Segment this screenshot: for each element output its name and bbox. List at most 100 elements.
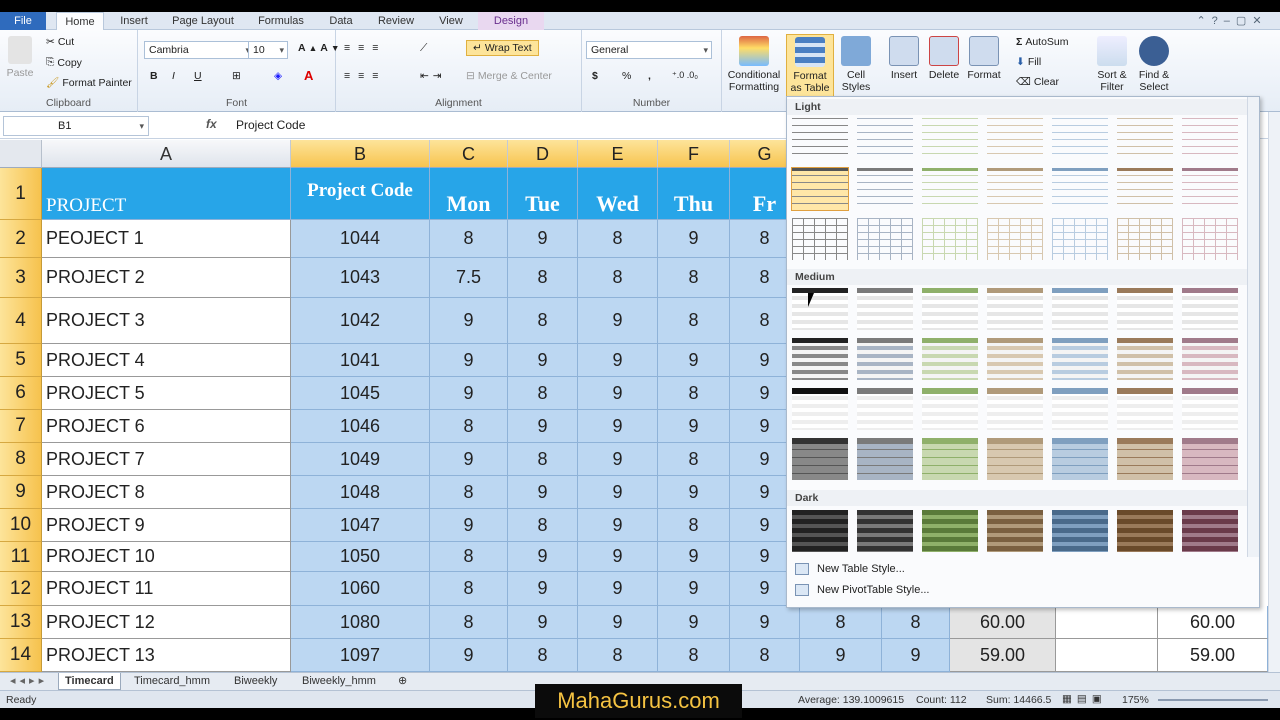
table-cell[interactable]: 9 bbox=[658, 476, 730, 509]
table-cell[interactable]: 8 bbox=[430, 572, 508, 606]
copy-button[interactable]: ⎘ Copy bbox=[46, 56, 82, 69]
table-style-medium-swatch[interactable] bbox=[1181, 387, 1239, 431]
table-cell[interactable]: 8 bbox=[508, 258, 578, 298]
row-header[interactable]: 11 bbox=[0, 542, 42, 572]
table-style-light-swatch[interactable] bbox=[791, 117, 849, 161]
table-style-light-swatch[interactable] bbox=[921, 217, 979, 261]
tab-file[interactable]: File bbox=[0, 12, 46, 30]
table-style-dark-swatch[interactable] bbox=[1181, 509, 1239, 553]
table-cell[interactable]: 9 bbox=[430, 509, 508, 542]
decimal-buttons[interactable]: ⁺.0 .0₀ bbox=[672, 70, 698, 81]
header-cell[interactable]: Wed bbox=[578, 168, 658, 220]
new-sheet-icon[interactable]: ⊕ bbox=[392, 673, 413, 690]
table-style-light-swatch[interactable] bbox=[1051, 167, 1109, 211]
sheet-tab-timecard[interactable]: Timecard bbox=[58, 673, 121, 690]
table-cell[interactable]: 8 bbox=[882, 606, 950, 639]
zoom-level[interactable]: 175% bbox=[1122, 694, 1149, 706]
table-cell[interactable]: 9 bbox=[658, 410, 730, 443]
table-style-medium-swatch[interactable] bbox=[921, 287, 979, 331]
table-cell[interactable] bbox=[1056, 639, 1158, 672]
header-cell[interactable]: Project Code bbox=[291, 168, 430, 220]
view-buttons[interactable]: ▦▤▣ bbox=[1062, 693, 1107, 705]
percent-button[interactable]: % bbox=[622, 70, 631, 82]
table-cell[interactable]: 60.00 bbox=[950, 606, 1056, 639]
table-cell[interactable]: 1046 bbox=[291, 410, 430, 443]
sheet-nav-buttons[interactable]: ◂◂▸▸ bbox=[4, 673, 54, 690]
table-cell[interactable]: 9 bbox=[578, 443, 658, 476]
table-cell[interactable]: 9 bbox=[430, 377, 508, 410]
table-cell[interactable]: 1060 bbox=[291, 572, 430, 606]
table-cell[interactable]: 9 bbox=[578, 572, 658, 606]
table-cell[interactable]: 8 bbox=[508, 377, 578, 410]
table-style-medium-swatch[interactable] bbox=[856, 337, 914, 381]
table-cell[interactable]: 8 bbox=[658, 298, 730, 344]
table-cell[interactable]: 9 bbox=[578, 606, 658, 639]
table-style-medium-swatch[interactable] bbox=[1116, 387, 1174, 431]
table-cell[interactable]: 9 bbox=[578, 542, 658, 572]
table-cell[interactable]: PROJECT 11 bbox=[42, 572, 291, 606]
table-cell[interactable]: 9 bbox=[578, 410, 658, 443]
table-style-dark-swatch[interactable] bbox=[1116, 509, 1174, 553]
merge-center-button[interactable]: ⊟ Merge & Center bbox=[466, 70, 552, 82]
row-header[interactable]: 5 bbox=[0, 344, 42, 377]
table-cell[interactable]: 9 bbox=[578, 344, 658, 377]
table-cell[interactable]: 8 bbox=[430, 220, 508, 258]
table-style-medium-swatch[interactable] bbox=[986, 387, 1044, 431]
row-header[interactable]: 3 bbox=[0, 258, 42, 298]
cut-button[interactable]: ✂ Cut bbox=[46, 36, 74, 48]
table-cell[interactable]: 9 bbox=[578, 476, 658, 509]
column-header-e[interactable]: E bbox=[578, 140, 658, 168]
tab-data[interactable]: Data bbox=[320, 12, 362, 30]
table-cell[interactable]: 9 bbox=[658, 606, 730, 639]
table-style-light-swatch[interactable] bbox=[1116, 217, 1174, 261]
table-cell[interactable]: 9 bbox=[578, 298, 658, 344]
table-cell[interactable]: 8 bbox=[730, 639, 800, 672]
table-cell[interactable]: PROJECT 5 bbox=[42, 377, 291, 410]
table-cell[interactable]: 8 bbox=[578, 220, 658, 258]
table-style-medium-swatch[interactable] bbox=[856, 287, 914, 331]
table-cell[interactable]: 8 bbox=[430, 410, 508, 443]
bold-button[interactable]: B bbox=[150, 70, 158, 82]
tab-page-layout[interactable]: Page Layout bbox=[166, 12, 240, 30]
table-cell[interactable]: 9 bbox=[508, 572, 578, 606]
table-style-dark-swatch[interactable] bbox=[1051, 509, 1109, 553]
table-cell[interactable]: 60.00 bbox=[1158, 606, 1268, 639]
table-style-light-swatch[interactable] bbox=[986, 117, 1044, 161]
name-box[interactable]: B1 bbox=[3, 116, 149, 136]
table-style-medium-swatch[interactable] bbox=[986, 287, 1044, 331]
table-cell[interactable]: 9 bbox=[730, 606, 800, 639]
table-cell[interactable] bbox=[1056, 606, 1158, 639]
table-cell[interactable]: PROJECT 3 bbox=[42, 298, 291, 344]
table-style-light-swatch[interactable] bbox=[986, 217, 1044, 261]
row-header[interactable]: 13 bbox=[0, 606, 42, 639]
table-style-light-swatch[interactable] bbox=[986, 167, 1044, 211]
table-style-light-swatch[interactable] bbox=[856, 217, 914, 261]
currency-button[interactable]: $ bbox=[592, 70, 598, 82]
orientation-button[interactable]: ⟋ bbox=[420, 42, 427, 55]
table-style-dark-swatch[interactable] bbox=[921, 509, 979, 553]
borders-button[interactable]: ⊞ bbox=[232, 70, 241, 82]
conditional-formatting-button[interactable]: Conditional Formatting bbox=[724, 34, 784, 94]
table-cell[interactable]: 1097 bbox=[291, 639, 430, 672]
table-style-medium-swatch[interactable] bbox=[986, 337, 1044, 381]
column-header-d[interactable]: D bbox=[508, 140, 578, 168]
table-style-light-swatch[interactable] bbox=[1116, 117, 1174, 161]
row-header[interactable]: 9 bbox=[0, 476, 42, 509]
table-style-light-swatch[interactable] bbox=[1051, 217, 1109, 261]
table-style-light-swatch[interactable] bbox=[1051, 117, 1109, 161]
table-cell[interactable]: 59.00 bbox=[950, 639, 1056, 672]
table-style-medium-swatch[interactable] bbox=[1051, 287, 1109, 331]
header-cell[interactable]: Thu bbox=[658, 168, 730, 220]
insert-function-icon[interactable]: fx bbox=[206, 117, 217, 131]
table-cell[interactable]: 9 bbox=[508, 476, 578, 509]
table-style-dark-swatch[interactable] bbox=[986, 509, 1044, 553]
table-style-medium-swatch[interactable] bbox=[1181, 437, 1239, 481]
table-style-medium-swatch[interactable] bbox=[791, 287, 849, 331]
table-style-medium-swatch[interactable] bbox=[1181, 287, 1239, 331]
table-style-medium-swatch[interactable] bbox=[1051, 437, 1109, 481]
format-cells-button[interactable]: Format bbox=[964, 34, 1004, 94]
table-cell[interactable]: 1049 bbox=[291, 443, 430, 476]
row-header[interactable]: 14 bbox=[0, 639, 42, 672]
table-cell[interactable]: 9 bbox=[658, 572, 730, 606]
font-size-select[interactable]: 10 bbox=[248, 41, 288, 59]
